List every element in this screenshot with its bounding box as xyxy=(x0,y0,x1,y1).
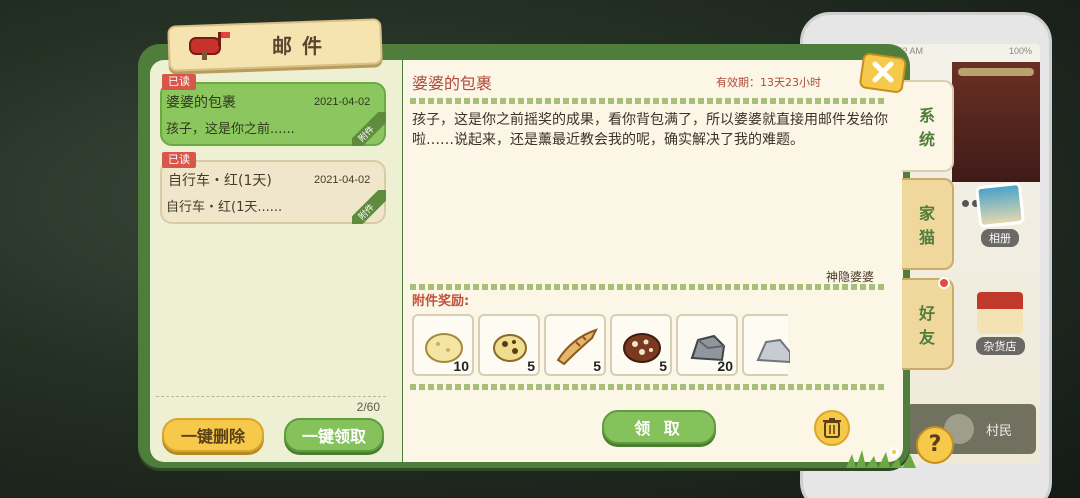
mail-item-preview: 自行车・红(1天...... xyxy=(166,200,283,215)
attachment-badge: 附件 xyxy=(352,190,386,224)
attachment-qty: 5 xyxy=(659,358,667,374)
tab-system-char-1: 系 xyxy=(918,106,935,125)
attachment-qty: 5 xyxy=(527,358,535,374)
tab-friends-char-2: 友 xyxy=(918,328,935,347)
grocery-app[interactable]: 杂货店 xyxy=(972,292,1028,355)
question-icon: ? xyxy=(928,432,942,457)
delete-all-button[interactable]: 一键删除 xyxy=(162,418,264,452)
attachment-slot[interactable]: 5 xyxy=(610,314,672,376)
mail-sender: 神隐婆婆 xyxy=(826,270,875,284)
attachment-slot[interactable] xyxy=(742,314,790,376)
attachment-label: 附件奖励: xyxy=(412,294,470,309)
attachment-qty: 10 xyxy=(453,358,469,374)
mail-body: 孩子，这是你之前摇奖的成果，看你背包满了，所以婆婆就直接用邮件发给你啦……说起来… xyxy=(412,112,888,148)
close-button[interactable] xyxy=(858,50,908,94)
phone-battery: 100% xyxy=(1008,46,1032,56)
attachment-slot[interactable]: 5 xyxy=(544,314,606,376)
tab-cat-char-1: 家 xyxy=(918,204,935,223)
tab-friends-char-1: 好 xyxy=(918,304,935,323)
trash-icon xyxy=(823,418,841,438)
mail-item-date: 2021-04-02 xyxy=(314,96,371,108)
attachment-slot[interactable]: 5 xyxy=(478,314,540,376)
help-button[interactable]: ? xyxy=(916,426,954,464)
attachment-badge: 附件 xyxy=(352,112,386,146)
shop-icon xyxy=(977,292,1023,334)
album-app-label: 相册 xyxy=(981,229,1019,247)
grass-decoration xyxy=(846,447,916,468)
mail-count: 2/60 xyxy=(356,400,380,414)
tab-system-char-2: 统 xyxy=(918,130,935,149)
tab-friends[interactable]: 好 友 xyxy=(902,278,954,370)
attachment-slot[interactable]: 20 xyxy=(676,314,738,376)
read-tag: 已读 xyxy=(162,152,196,168)
mail-detail-title: 婆婆的包裹 xyxy=(412,74,493,93)
album-app[interactable]: 相册 xyxy=(972,181,1028,247)
attachment-divider xyxy=(410,284,884,290)
tab-cat-char-2: 猫 xyxy=(918,228,935,247)
title-divider xyxy=(410,98,884,104)
grocery-app-label: 杂货店 xyxy=(975,337,1025,355)
mail-item-date: 2021-04-02 xyxy=(314,174,371,186)
mail-item-title: 自行车・红(1天) xyxy=(168,173,272,189)
reward-divider xyxy=(410,384,884,390)
delete-mail-button[interactable] xyxy=(814,410,850,446)
notification-dot xyxy=(938,277,950,289)
attachment-slot[interactable]: 10 xyxy=(412,314,474,376)
mail-item-preview: 孩子，这是你之前...... xyxy=(166,122,295,137)
photo-icon xyxy=(974,181,1026,229)
tab-cat[interactable]: 家 猫 xyxy=(902,178,954,270)
ore-icon xyxy=(756,338,790,364)
shrine-wallpaper xyxy=(952,62,1040,182)
mail-validity: 有效期：13天23小时 xyxy=(716,76,821,89)
tab-system[interactable]: 系 统 xyxy=(902,80,954,172)
claim-button[interactable]: 领 取 xyxy=(602,410,716,444)
villager-label: 村民 xyxy=(986,424,1013,439)
mailbox-icon xyxy=(189,32,230,60)
panel-title: 邮件 xyxy=(272,34,332,58)
read-tag: 已读 xyxy=(162,74,196,90)
claim-all-button[interactable]: 一键领取 xyxy=(284,418,384,452)
attachment-qty: 20 xyxy=(717,358,733,374)
list-divider xyxy=(156,396,386,397)
mail-item-title: 婆婆的包裹 xyxy=(166,95,236,111)
attachment-qty: 5 xyxy=(593,358,601,374)
